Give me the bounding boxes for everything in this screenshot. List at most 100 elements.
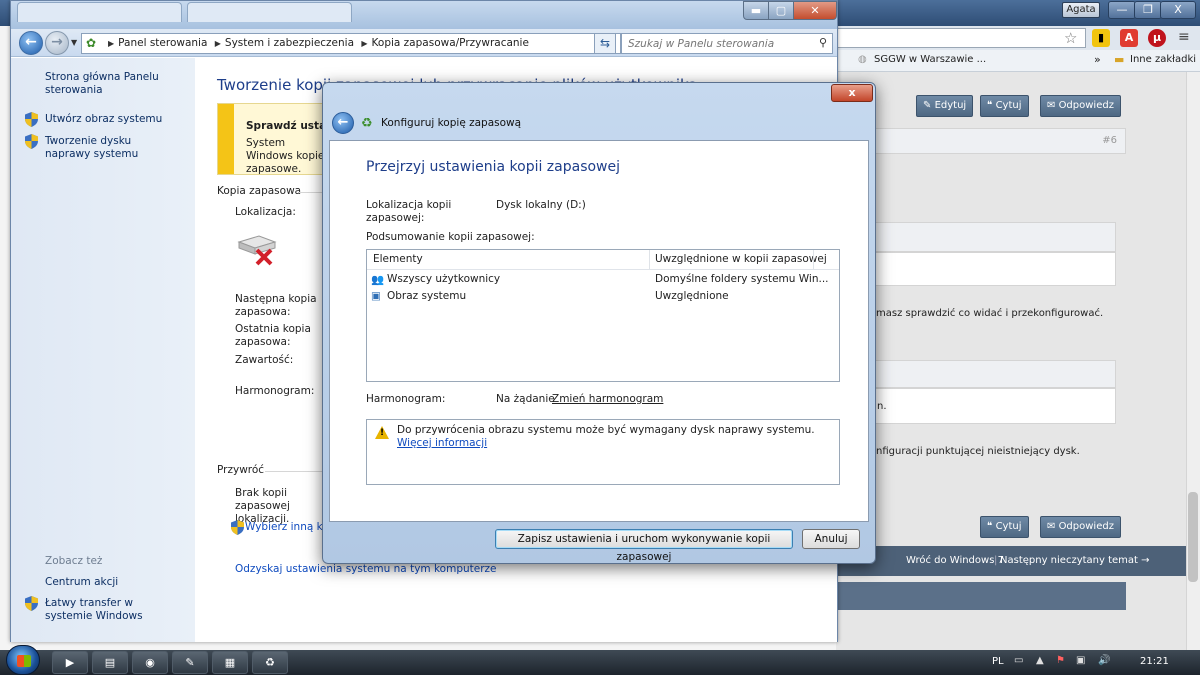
location-value: Dysk lokalny (D:) (496, 199, 586, 211)
backup-taskbar-icon[interactable]: ♻ (252, 651, 288, 674)
shield-icon (25, 112, 38, 127)
quote-body (870, 252, 1116, 286)
post-header: #6 (870, 128, 1126, 154)
network-icon[interactable]: ▣ (1076, 655, 1085, 666)
breadcrumb-item[interactable]: Kopia zapasowa/Przywracanie (372, 37, 529, 49)
column-header-included[interactable]: Uwzględnione w kopii zapasowej (655, 253, 827, 265)
dialog-title: Konfiguruj kopię zapasową (381, 117, 522, 129)
change-schedule-link[interactable]: Zmień harmonogram (552, 393, 663, 405)
dialog-back-button[interactable]: ← (332, 112, 354, 134)
volume-icon[interactable]: 🔊 (1098, 655, 1110, 666)
column-header-items[interactable]: Elementy (373, 253, 423, 265)
show-hidden-icons-icon[interactable]: ▲ (1036, 655, 1044, 666)
back-button[interactable]: ← (19, 31, 43, 55)
minimize-button[interactable]: ▬ (743, 1, 769, 20)
quote-header (870, 222, 1116, 252)
sidebar-item-easy-transfer[interactable]: Łatwy transfer w systemie Windows (45, 597, 175, 623)
forum-nav-bar: Wróć do Windows 7 | Następny nieczytany … (836, 546, 1186, 576)
contents-label: Zawartość: (235, 354, 294, 366)
recent-pages-chevron-icon[interactable]: ▼ (71, 38, 77, 47)
quote-button-2[interactable]: ❝ Cytuj (980, 516, 1029, 538)
chrome-icon[interactable]: ◉ (132, 651, 168, 674)
post-number[interactable]: #6 (1102, 135, 1117, 146)
backup-summary-table[interactable]: Elementy Uwzględnione w kopii zapasowej … (366, 249, 840, 382)
sidebar-item-repair-disc[interactable]: Tworzenie dysku naprawy systemu (45, 135, 175, 161)
search-input[interactable] (622, 34, 802, 53)
utorrent-icon[interactable]: µ (1148, 29, 1166, 47)
close-button[interactable]: ✕ (793, 1, 837, 20)
table-header: Elementy Uwzględnione w kopii zapasowej (367, 250, 839, 270)
control-panel-taskbar-icon[interactable]: ▦ (212, 651, 248, 674)
row-included: Domyślne foldery systemu Win... (655, 273, 829, 285)
explorer-icon[interactable]: ▤ (92, 651, 128, 674)
chrome-menu-icon[interactable]: ≡ (1178, 29, 1190, 45)
bookmark-item[interactable]: SGGW w Warszawie ... (874, 54, 986, 65)
recover-settings-link[interactable]: Odzyskaj ustawienia systemu na tym kompu… (235, 563, 497, 575)
dialog-body: Przejrzyj ustawienia kopii zapasowej Lok… (329, 140, 869, 522)
table-row[interactable]: 👥 Wszyscy użytkownicy Domyślne foldery s… (367, 272, 839, 288)
search-box[interactable]: ⚲ (621, 33, 833, 54)
refresh-icon[interactable]: ⇆ (594, 33, 616, 54)
post-text-2: nfiguracji punktującej nieistniejący dys… (876, 446, 1080, 457)
other-bookmarks[interactable]: Inne zakładki (1130, 54, 1196, 65)
quote-icon: ❝ (987, 521, 996, 532)
more-info-link[interactable]: Więcej informacji (397, 437, 487, 449)
quote-button[interactable]: ❝ Cytuj (980, 95, 1029, 117)
chrome-restore-button[interactable]: ❐ (1134, 1, 1162, 19)
row-name: Obraz systemu (387, 290, 467, 302)
reply-button[interactable]: ✉ Odpowiedz (1040, 95, 1121, 117)
media-player-icon[interactable]: ▶ (52, 651, 88, 674)
chrome-scroll-thumb[interactable] (1188, 492, 1198, 582)
sidebar: Strona główna Panelu sterowania Utwórz o… (11, 58, 195, 642)
dialog-close-button[interactable]: x (831, 84, 873, 102)
chrome-minimize-button[interactable]: — (1108, 1, 1136, 19)
start-button[interactable] (6, 645, 40, 675)
address-bar[interactable]: ✿ ▶ Panel sterowania ▶ System i zabezpiecz… (81, 33, 621, 54)
edit-button[interactable]: ✎ Edytuj (916, 95, 974, 117)
back-to-forum-link[interactable]: Wróć do Windows 7 (906, 555, 1004, 566)
ghost-tab (187, 2, 352, 22)
notepad-icon[interactable]: ✎ (172, 651, 208, 674)
sidebar-item-create-image[interactable]: Utwórz obraz systemu (45, 113, 162, 126)
reply-button-2[interactable]: ✉ Odpowiedz (1040, 516, 1121, 538)
quote-icon: ❝ (987, 100, 996, 111)
sidebar-item-action-center[interactable]: Centrum akcji (45, 576, 118, 589)
chrome-user-badge[interactable]: Agata (1062, 2, 1100, 18)
backup-app-icon: ♻ (361, 116, 373, 131)
action-center-flag-icon[interactable]: ⚑ (1056, 655, 1065, 666)
forward-button[interactable]: → (45, 31, 69, 55)
maximize-button[interactable]: ▢ (768, 1, 794, 20)
see-also-heading: Zobacz też (45, 555, 103, 567)
chrome-omnibox[interactable] (836, 28, 1086, 48)
save-and-run-button[interactable]: Zapisz ustawienia i uruchom wykonywanie … (495, 529, 793, 563)
extension-icon[interactable]: ▮ (1092, 29, 1110, 47)
chrome-close-button[interactable]: X (1160, 1, 1196, 19)
bookmarks-overflow[interactable]: » (1094, 53, 1101, 66)
clock[interactable]: 21:21 (1140, 656, 1169, 667)
repair-disc-notice: ! Do przywrócenia obrazu systemu może by… (366, 419, 840, 485)
language-indicator[interactable]: PL (992, 656, 1004, 667)
next-unread-link[interactable]: Następny nieczytany temat → (1000, 555, 1150, 566)
forum-section-header (836, 582, 1126, 610)
breadcrumb-item[interactable]: Panel sterowania (118, 37, 207, 49)
breadcrumb: ▶ Panel sterowania ▶ System i zabezpieczen… (108, 37, 529, 49)
star-icon[interactable]: ☆ (1064, 29, 1077, 47)
search-icon[interactable]: ⚲ (819, 36, 827, 49)
location-label: Lokalizacja kopii zapasowej: (366, 199, 452, 224)
keyboard-icon[interactable]: ▭ (1014, 655, 1023, 666)
bookmark-favicon-icon: ◍ (858, 54, 867, 65)
quote-body-2: n. (870, 388, 1116, 424)
table-row[interactable]: ▣ Obraz systemu Uwzględnione (367, 289, 839, 305)
notice-text: Do przywrócenia obrazu systemu może być … (397, 424, 815, 436)
drive-error-icon (237, 235, 277, 266)
sidebar-home-link[interactable]: Strona główna Panelu sterowania (45, 71, 175, 97)
pdf-extension-icon[interactable]: A (1120, 29, 1138, 47)
folder-icon: ▬ (1114, 53, 1125, 66)
warning-body: System Windows kopie zapasowe. (246, 137, 325, 175)
schedule-value: Na żądanie (496, 393, 555, 405)
configure-backup-dialog: x ← ♻ Konfiguruj kopię zapasową Przejrzy… (322, 82, 876, 564)
breadcrumb-item[interactable]: System i zabezpieczenia (225, 37, 354, 49)
schedule-label: Harmonogram: (235, 385, 315, 397)
dialog-heading: Przejrzyj ustawienia kopii zapasowej (366, 159, 621, 175)
cancel-button[interactable]: Anuluj (802, 529, 860, 549)
